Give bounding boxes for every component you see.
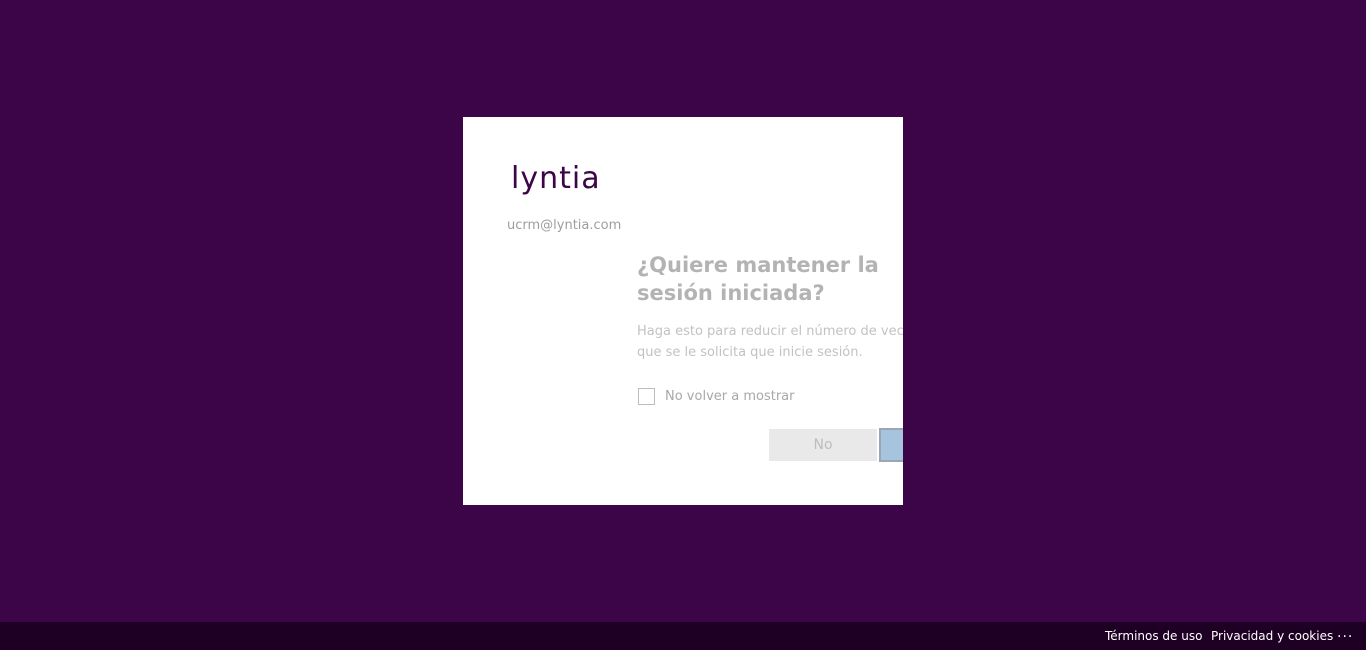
- account-email: ucrm@lyntia.com: [507, 218, 622, 233]
- terms-of-use-link[interactable]: Términos de uso: [1105, 629, 1202, 643]
- sign-in-card: lyntia ucrm@lyntia.com ¿Quiere mantener …: [463, 117, 903, 505]
- dont-show-again-option[interactable]: No volver a mostrar: [638, 385, 794, 407]
- privacy-cookies-link[interactable]: Privacidad y cookies: [1211, 629, 1333, 643]
- dialog-description: Haga esto para reducir el número de vece…: [637, 324, 903, 360]
- dont-show-again-checkbox[interactable]: [638, 387, 655, 405]
- no-button[interactable]: No: [769, 429, 877, 461]
- company-logo: lyntia: [511, 161, 601, 196]
- dialog-title: ¿Quiere mantener la sesión iniciada?: [637, 253, 879, 305]
- page-footer: Términos de uso Privacidad y cookies ...: [0, 622, 1366, 650]
- more-options-icon[interactable]: ...: [1337, 625, 1353, 641]
- dont-show-again-label: No volver a mostrar: [665, 388, 795, 404]
- yes-button[interactable]: Sí: [879, 428, 903, 462]
